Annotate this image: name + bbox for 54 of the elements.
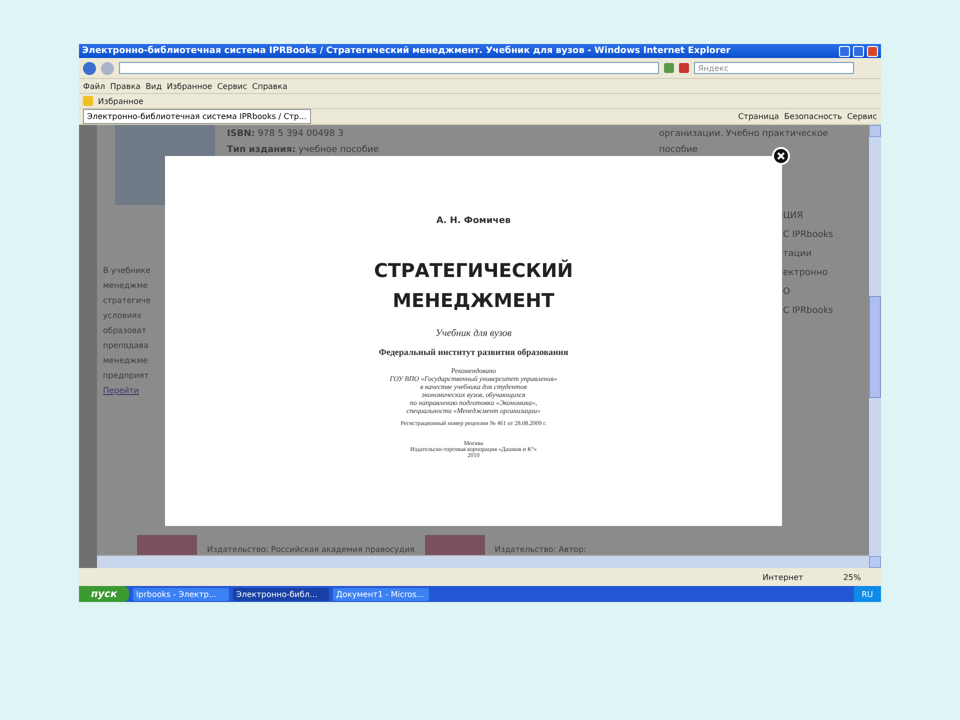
window-title: Электронно-библиотечная система IPRBooks / Стратегический менеджмент. Учебник для вузов - Windows Internet Explorer: [82, 46, 732, 56]
menu-item[interactable]: Файл: [83, 82, 106, 90]
book-thumbnail-placeholder: [424, 535, 485, 555]
sidebar-text: ЦИЯ: [783, 211, 803, 221]
publisher-text: Издательство: Российская академия правосудия: [207, 545, 415, 555]
description-text: преподава: [103, 341, 148, 350]
start-button[interactable]: пуск: [79, 586, 130, 602]
taskbar-item[interactable]: Электронно-библ...: [233, 588, 330, 600]
zone-text: Интернет: [762, 572, 804, 582]
address-field[interactable]: [119, 62, 659, 74]
sidebar-text: ектронно: [783, 268, 828, 278]
command-button[interactable]: Страница: [738, 112, 780, 121]
close-icon[interactable]: [772, 147, 790, 165]
description-text: менеджме: [103, 281, 148, 290]
related-text: организации. Учебно практическое: [659, 129, 830, 139]
description-text: В учебнике: [103, 266, 151, 275]
sidebar-text: О: [783, 287, 790, 297]
related-text: пособие: [659, 145, 699, 155]
subtitle-text: Учебник для вузов: [435, 328, 512, 339]
menu-item[interactable]: Избранное: [166, 82, 212, 90]
description-text: менеджме: [103, 356, 148, 365]
close-button[interactable]: [867, 46, 878, 56]
description-text: условиях: [103, 311, 142, 320]
maximize-button[interactable]: [853, 46, 864, 56]
menu-item[interactable]: Правка: [110, 82, 141, 90]
taskbar-item[interactable]: Iprbooks - Электр...: [133, 588, 230, 600]
sidebar-text: тации: [783, 249, 812, 259]
menu-item[interactable]: Справка: [252, 82, 288, 90]
favorites-button[interactable]: Избранное: [98, 96, 144, 106]
minimize-button[interactable]: [839, 46, 850, 56]
book-title: СТРАТЕГИЧЕСКИЙ: [374, 258, 574, 284]
menu-item[interactable]: Сервис: [217, 82, 248, 90]
book-thumbnail-placeholder: [137, 535, 197, 555]
search-field[interactable]: Яндекс: [694, 62, 854, 74]
author-text: А. Н. Фомичев: [436, 216, 511, 226]
institute-text: Федеральный институт развития образования: [378, 347, 568, 357]
command-button[interactable]: Безопасность: [784, 112, 842, 121]
vertical-scrollbar[interactable]: [869, 125, 881, 568]
zoom-level[interactable]: 25%: [843, 572, 861, 582]
browser-tab[interactable]: Электронно-библиотечная система IPRbooks / Стр...: [83, 109, 311, 124]
publisher-text: Издательство: Автор:: [494, 545, 586, 555]
menu-item[interactable]: Вид: [146, 82, 162, 90]
sidebar-text: С IPRbooks: [783, 230, 834, 240]
taskbar-item[interactable]: Документ1 - Micros...: [333, 588, 430, 600]
description-text: образоват: [103, 326, 146, 335]
isbn-text: ISBN: 978 5 394 00498 3: [227, 129, 345, 139]
command-button[interactable]: Сервис: [847, 112, 877, 121]
horizontal-scrollbar[interactable]: [97, 555, 869, 568]
sidebar-text: С IPRbooks: [783, 306, 834, 316]
description-text: предприят: [103, 371, 149, 380]
edition-type-text: Тип издания: учебное пособие: [227, 145, 380, 155]
book-title: МЕНЕДЖМЕНТ: [392, 289, 554, 314]
language-indicator[interactable]: RU: [862, 590, 873, 598]
description-text: стратегиче: [103, 296, 151, 305]
